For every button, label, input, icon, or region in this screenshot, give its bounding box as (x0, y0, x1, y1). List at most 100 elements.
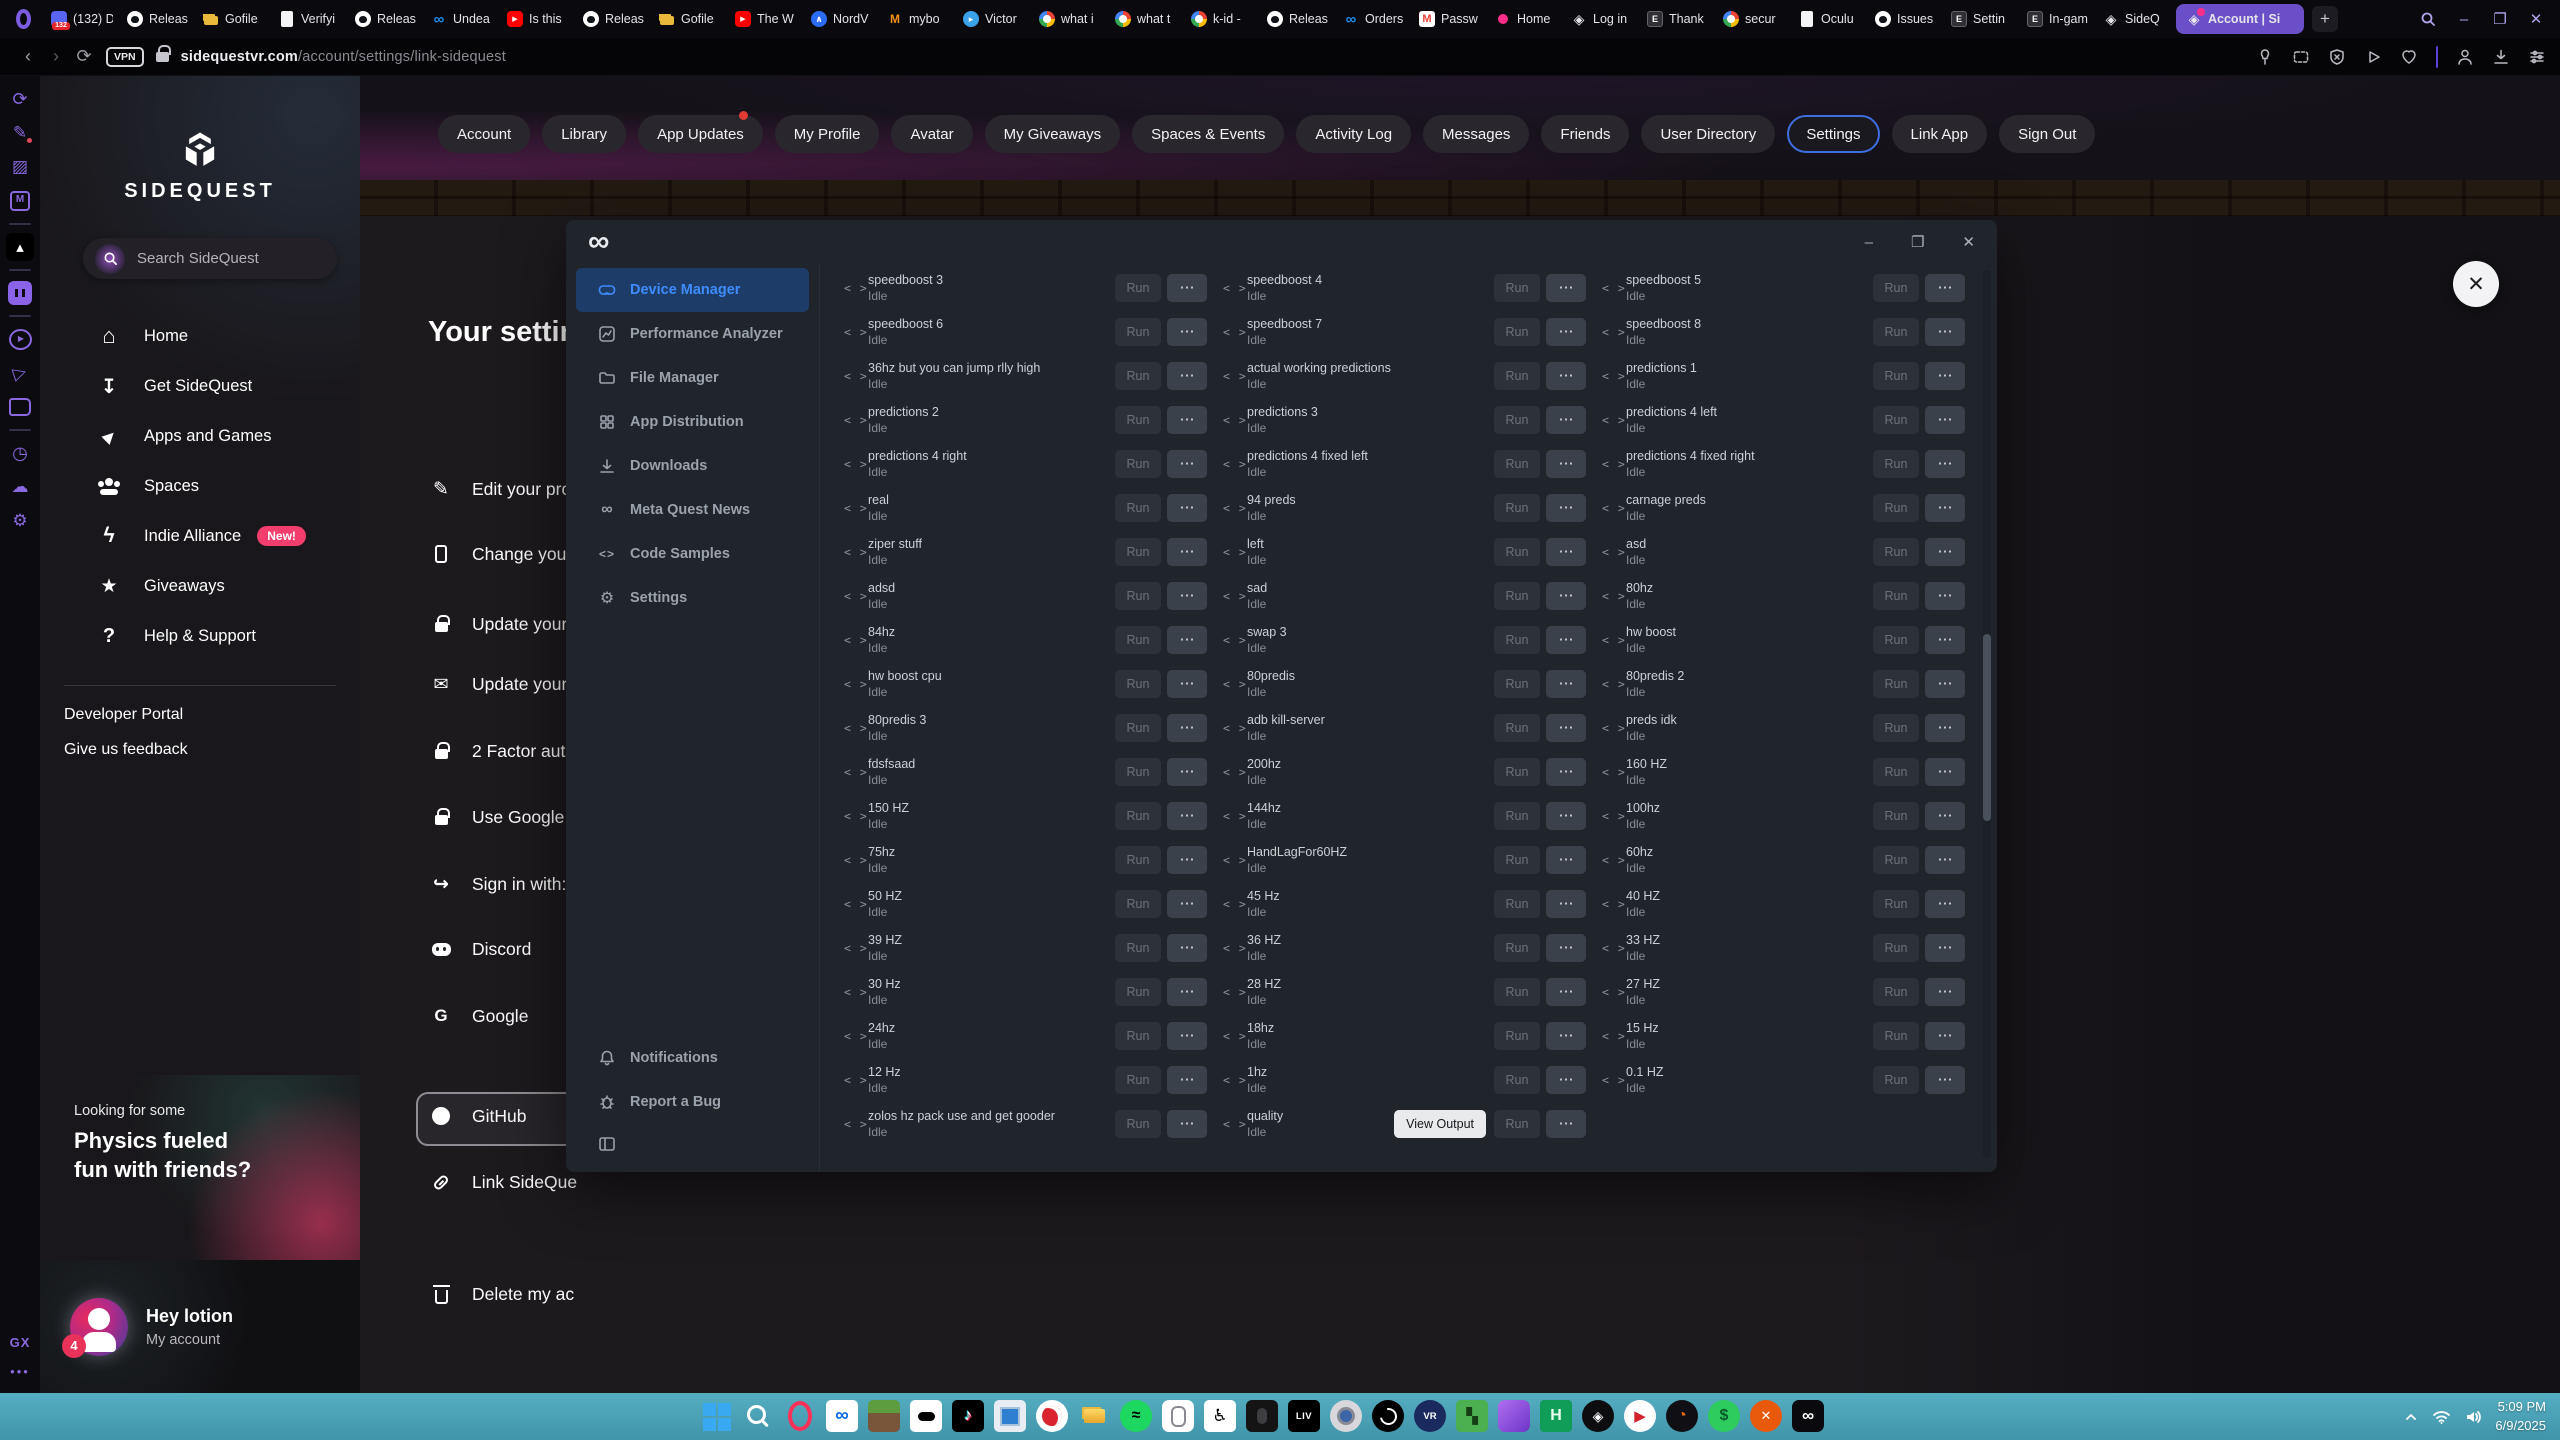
meta-taskbar-icon[interactable] (826, 1400, 858, 1432)
browser-tab[interactable]: Releas (348, 0, 424, 38)
run-button[interactable]: Run (1494, 318, 1540, 346)
history-icon[interactable] (2, 436, 38, 470)
browser-tab[interactable]: Victor (956, 0, 1032, 38)
twitch-icon[interactable] (8, 281, 32, 305)
promo-banner[interactable]: Looking for some Physics fueled fun with… (40, 1075, 360, 1260)
more-options-button[interactable] (1546, 846, 1586, 874)
reload-button[interactable]: ⟳ (70, 46, 98, 67)
nav-pill[interactable]: App Updates (638, 115, 763, 153)
more-options-button[interactable] (1925, 934, 1965, 962)
menu-item-device-manager[interactable]: Device Manager (576, 268, 809, 312)
menu-item-meta-quest-news[interactable]: ∞ Meta Quest News (576, 488, 809, 532)
run-button[interactable]: Run (1115, 318, 1161, 346)
sidebar-item-spaces[interactable]: Spaces (40, 461, 360, 511)
run-button[interactable]: Run (1115, 846, 1161, 874)
orange-x-taskbar-icon[interactable] (1750, 1400, 1782, 1432)
browser-tab[interactable]: The W (728, 0, 804, 38)
sidebar-item-home[interactable]: Home (40, 311, 360, 361)
run-button[interactable]: Run (1494, 538, 1540, 566)
sign-in-google-button[interactable]: Google (428, 1001, 528, 1031)
browser-tab[interactable]: secur (1716, 0, 1792, 38)
nav-pill[interactable]: Activity Log (1296, 115, 1411, 153)
more-options-button[interactable] (1167, 934, 1207, 962)
run-button[interactable]: Run (1494, 1110, 1540, 1138)
run-button[interactable]: Run (1873, 978, 1919, 1006)
more-options-button[interactable] (1925, 714, 1965, 742)
opera-menu-button[interactable] (8, 2, 38, 36)
adblock-shield-icon[interactable] (2328, 48, 2346, 66)
mqdh-titlebar[interactable]: ∞ – ❐ ✕ (566, 220, 1997, 264)
settings-item-2fa[interactable]: 2 Factor auth (428, 736, 575, 766)
run-button[interactable]: Run (1115, 1110, 1161, 1138)
overlay-close-button[interactable]: ✕ (2453, 261, 2499, 307)
browser-tab[interactable]: mybo (880, 0, 956, 38)
downloads-icon[interactable] (2492, 48, 2510, 66)
scrollbar-thumb[interactable] (1983, 634, 1991, 820)
run-button[interactable]: Run (1873, 670, 1919, 698)
run-button[interactable]: Run (1115, 802, 1161, 830)
browser-tab[interactable]: Issues (1868, 0, 1944, 38)
more-options-button[interactable] (1925, 1022, 1965, 1050)
taskbar-search-icon[interactable] (742, 1400, 774, 1432)
url-field[interactable]: sidequestvr.com/account/settings/link-si… (181, 49, 506, 65)
run-button[interactable]: Run (1115, 1022, 1161, 1050)
snapshot-icon[interactable] (2292, 48, 2310, 66)
browser-tab[interactable]: Oculu (1792, 0, 1868, 38)
browser-tab[interactable]: In-gam (2020, 0, 2096, 38)
feedback-link[interactable]: Give us feedback (64, 741, 188, 759)
more-options-button[interactable] (1167, 758, 1207, 786)
run-button[interactable]: Run (1494, 846, 1540, 874)
more-options-button[interactable] (1546, 758, 1586, 786)
more-options-button[interactable] (1925, 846, 1965, 874)
pinned-app-icon[interactable] (6, 233, 34, 261)
run-button[interactable]: Run (1873, 890, 1919, 918)
account-row[interactable]: 4 Hey lotion My account (40, 1260, 360, 1393)
window-close-icon[interactable]: ✕ (2518, 0, 2554, 38)
more-options-button[interactable] (1546, 670, 1586, 698)
more-options-button[interactable] (1925, 362, 1965, 390)
pin-icon[interactable] (2256, 48, 2274, 66)
more-options-button[interactable] (1546, 1110, 1586, 1138)
run-button[interactable]: Run (1115, 450, 1161, 478)
run-button[interactable]: Run (1873, 846, 1919, 874)
sidebar-player-icon[interactable] (2364, 48, 2382, 66)
more-options-button[interactable] (1546, 802, 1586, 830)
site-security-lock-icon[interactable] (156, 46, 169, 67)
run-button[interactable]: Run (1873, 318, 1919, 346)
more-options-button[interactable] (1925, 450, 1965, 478)
more-options-button[interactable] (1546, 362, 1586, 390)
more-options-button[interactable] (1925, 802, 1965, 830)
run-button[interactable]: Run (1494, 934, 1540, 962)
mqdh-close-icon[interactable]: ✕ (1962, 233, 1975, 251)
window-restore-icon[interactable]: ❐ (2482, 0, 2518, 38)
sidebar-item-apps-and-games[interactable]: Apps and Games (40, 411, 360, 461)
nav-pill[interactable]: Friends (1541, 115, 1629, 153)
windows-start-button[interactable] (700, 1400, 732, 1432)
run-button[interactable]: Run (1494, 582, 1540, 610)
mqdh-minimize-icon[interactable]: – (1865, 234, 1873, 251)
nav-pill[interactable]: Link App (1892, 115, 1988, 153)
nav-pill[interactable]: Spaces & Events (1132, 115, 1284, 153)
run-button[interactable]: Run (1115, 670, 1161, 698)
more-options-button[interactable] (1546, 318, 1586, 346)
run-button[interactable]: Run (1115, 714, 1161, 742)
browser-tab[interactable]: NordV (804, 0, 880, 38)
speed-dial-icon[interactable] (2, 82, 38, 116)
browser-tab[interactable]: Gofile (652, 0, 728, 38)
settings-item-delete-account[interactable]: Delete my ac (428, 1279, 574, 1309)
nav-pill[interactable]: My Profile (775, 115, 880, 153)
sidebar-search[interactable] (83, 238, 337, 279)
browser-tab[interactable]: Home (1488, 0, 1564, 38)
run-button[interactable]: Run (1494, 670, 1540, 698)
more-options-button[interactable] (1167, 978, 1207, 1006)
collapse-sidebar-button[interactable] (576, 1124, 809, 1164)
more-options-button[interactable] (1546, 406, 1586, 434)
more-options-button[interactable] (1167, 890, 1207, 918)
profile-icon[interactable] (2456, 48, 2474, 66)
easy-setup-sliders-icon[interactable] (2528, 48, 2546, 66)
run-button[interactable]: Run (1115, 538, 1161, 566)
browser-tab[interactable]: (132) D (44, 0, 120, 38)
browser-tab[interactable]: Thank (1640, 0, 1716, 38)
more-options-button[interactable] (1925, 406, 1965, 434)
spotify-taskbar-icon[interactable] (1120, 1400, 1152, 1432)
